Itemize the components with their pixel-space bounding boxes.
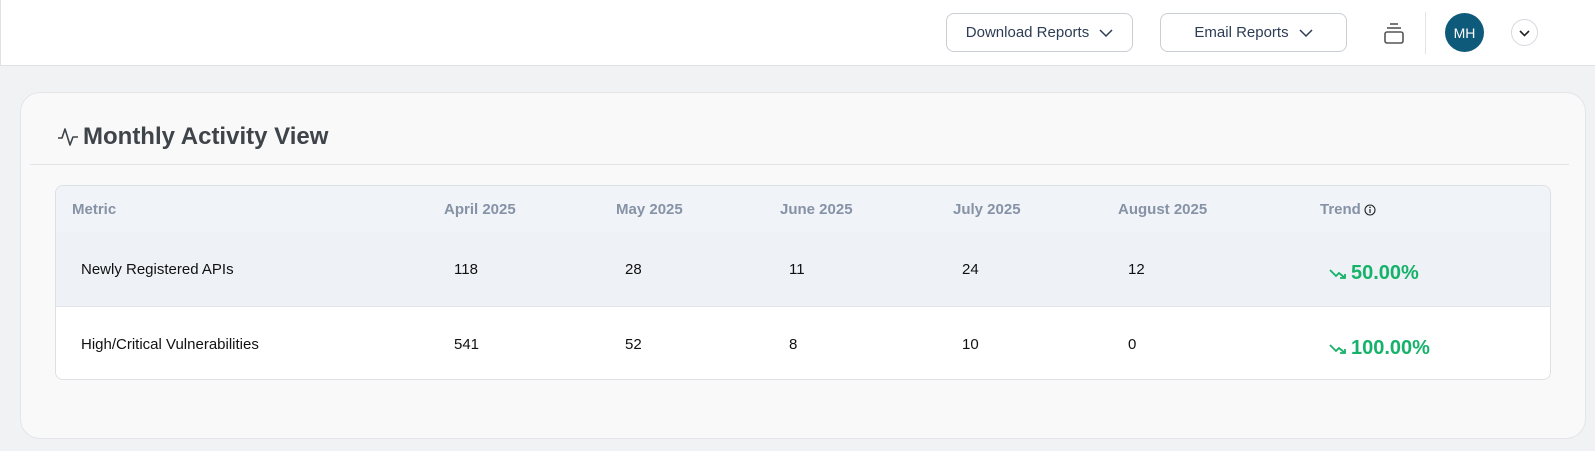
table-row: High/Critical Vulnerabilities 541 52 8 1… xyxy=(56,307,1550,379)
header-august: August 2025 xyxy=(1118,201,1208,218)
trend-cell: 50.00% xyxy=(1329,262,1419,285)
top-bar: Download Reports Email Reports MH xyxy=(0,0,1595,66)
value-cell: 118 xyxy=(454,261,478,278)
card-title-text: Monthly Activity View xyxy=(83,123,329,150)
trend-value: 50.00% xyxy=(1351,262,1419,284)
chevron-down-icon xyxy=(1099,28,1113,37)
header-metric: Metric xyxy=(72,201,117,218)
avatar-initials: MH xyxy=(1453,24,1476,41)
email-reports-button[interactable]: Email Reports xyxy=(1160,13,1347,52)
stack-icon[interactable] xyxy=(1383,21,1405,45)
value-cell: 12 xyxy=(1128,261,1145,278)
trend-cell: 100.00% xyxy=(1329,337,1430,360)
header-trend-label: Trend xyxy=(1320,201,1361,218)
value-cell: 0 xyxy=(1128,336,1137,353)
monthly-activity-card: Monthly Activity View Metric April 2025 … xyxy=(20,92,1586,439)
header-may: May 2025 xyxy=(616,201,683,218)
download-reports-label: Download Reports xyxy=(965,24,1090,41)
download-reports-button[interactable]: Download Reports xyxy=(946,13,1133,52)
value-cell: 541 xyxy=(454,336,480,353)
chevron-down-icon xyxy=(1299,28,1313,37)
header-trend: Trend xyxy=(1320,201,1376,218)
table-row: Newly Registered APIs 118 28 11 24 12 50… xyxy=(56,232,1550,307)
email-reports-label: Email Reports xyxy=(1194,24,1289,41)
chevron-down-icon xyxy=(1519,29,1530,37)
value-cell: 8 xyxy=(789,336,798,353)
value-cell: 11 xyxy=(789,261,805,278)
account-menu-toggle[interactable] xyxy=(1511,19,1538,46)
activity-icon xyxy=(58,128,78,146)
table-header: Metric April 2025 May 2025 June 2025 Jul… xyxy=(56,186,1550,233)
activity-table: Metric April 2025 May 2025 June 2025 Jul… xyxy=(55,185,1551,380)
trend-down-icon xyxy=(1329,268,1346,279)
card-title: Monthly Activity View xyxy=(57,123,328,151)
header-june: June 2025 xyxy=(780,201,853,218)
header-july: July 2025 xyxy=(953,201,1021,218)
metric-cell: High/Critical Vulnerabilities xyxy=(81,336,259,353)
value-cell: 24 xyxy=(962,261,979,278)
trend-value: 100.00% xyxy=(1351,337,1430,359)
avatar[interactable]: MH xyxy=(1445,13,1484,52)
header-divider xyxy=(1425,12,1426,54)
card-divider xyxy=(30,164,1569,165)
info-icon[interactable] xyxy=(1364,203,1376,216)
value-cell: 10 xyxy=(962,336,979,353)
value-cell: 52 xyxy=(625,336,642,353)
value-cell: 28 xyxy=(625,261,642,278)
header-april: April 2025 xyxy=(444,201,516,218)
metric-cell: Newly Registered APIs xyxy=(81,261,234,278)
trend-down-icon xyxy=(1329,343,1346,354)
